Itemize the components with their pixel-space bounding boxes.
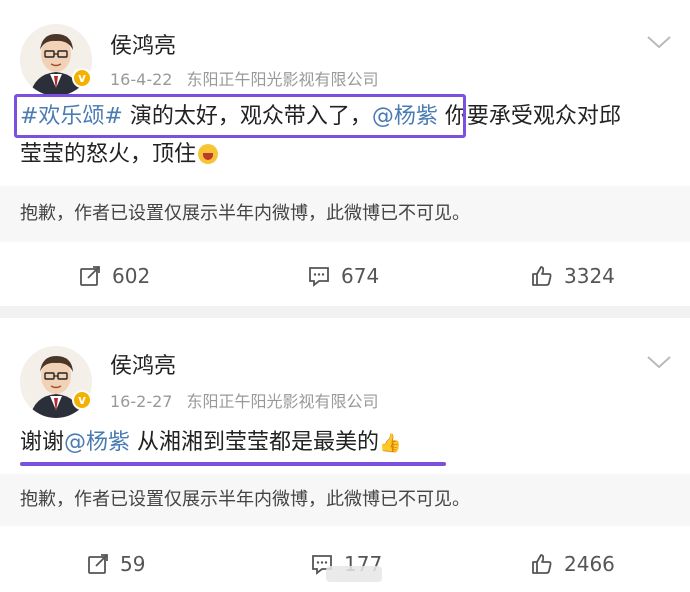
like-button[interactable]: 3324	[530, 256, 615, 296]
mention-link[interactable]: @杨紫	[64, 430, 130, 455]
repost-button[interactable]: 59	[86, 544, 145, 584]
like-count: 2466	[564, 552, 615, 576]
laughing-emoji-icon	[198, 144, 219, 164]
like-button[interactable]: 2466	[530, 544, 615, 584]
post-date[interactable]: 16-4-22	[110, 70, 172, 89]
repost-button[interactable]: 602	[78, 256, 150, 296]
post-text-part: 从湘湘到莹莹都是最美的	[130, 430, 380, 455]
like-icon	[532, 554, 552, 574]
chevron-down-icon[interactable]	[646, 34, 672, 50]
like-count: 3324	[564, 264, 615, 288]
post-meta: 16-4-22 东阳正午阳光影视有限公司	[110, 66, 378, 90]
repost-count: 59	[120, 552, 146, 576]
verified-badge-icon: v	[72, 68, 92, 88]
unavailable-notice: 抱歉，作者已设置仅展示半年内微博，此微博已不可见。	[0, 474, 690, 526]
post-source: 东阳正午阳光影视有限公司	[186, 392, 379, 411]
like-icon	[532, 266, 552, 286]
weibo-post-2: v 侯鸿亮 16-2-27 东阳正午阳光影视有限公司 谢谢@杨紫 从湘湘到莹莹都是…	[0, 318, 690, 592]
weibo-post-1: v 侯鸿亮 16-4-22 东阳正午阳光影视有限公司 #欢乐颂# 演的太好，观众带…	[0, 0, 690, 306]
comment-button[interactable]: 674	[307, 256, 379, 296]
thumbs-up-emoji-icon: 👍	[379, 433, 402, 454]
unavailable-notice: 抱歉，作者已设置仅展示半年内微博，此微博已不可见。	[0, 186, 690, 242]
post-meta: 16-2-27 东阳正午阳光影视有限公司	[110, 388, 378, 412]
comment-icon	[309, 267, 329, 287]
post-source: 东阳正午阳光影视有限公司	[186, 70, 379, 89]
repost-count: 602	[112, 264, 151, 288]
post-text-part: 莹莹的怒火，顶住	[20, 142, 197, 167]
chevron-down-icon[interactable]	[646, 354, 672, 370]
repost-icon	[88, 554, 108, 574]
author-name[interactable]: 侯鸿亮	[110, 28, 176, 60]
author-name[interactable]: 侯鸿亮	[110, 348, 176, 380]
comment-count: 674	[341, 264, 380, 288]
post-text-part: 谢谢	[20, 430, 65, 455]
action-bar: 602 674 3324	[0, 256, 690, 296]
watermark	[326, 566, 382, 582]
post-divider	[0, 306, 690, 318]
repost-icon	[80, 266, 100, 286]
highlight-underline	[20, 462, 446, 466]
highlight-box	[14, 94, 466, 138]
post-date[interactable]: 16-2-27	[110, 392, 172, 411]
verified-badge-icon: v	[72, 390, 92, 410]
post-text: 谢谢@杨紫 从湘湘到莹莹都是最美的👍	[20, 424, 676, 463]
